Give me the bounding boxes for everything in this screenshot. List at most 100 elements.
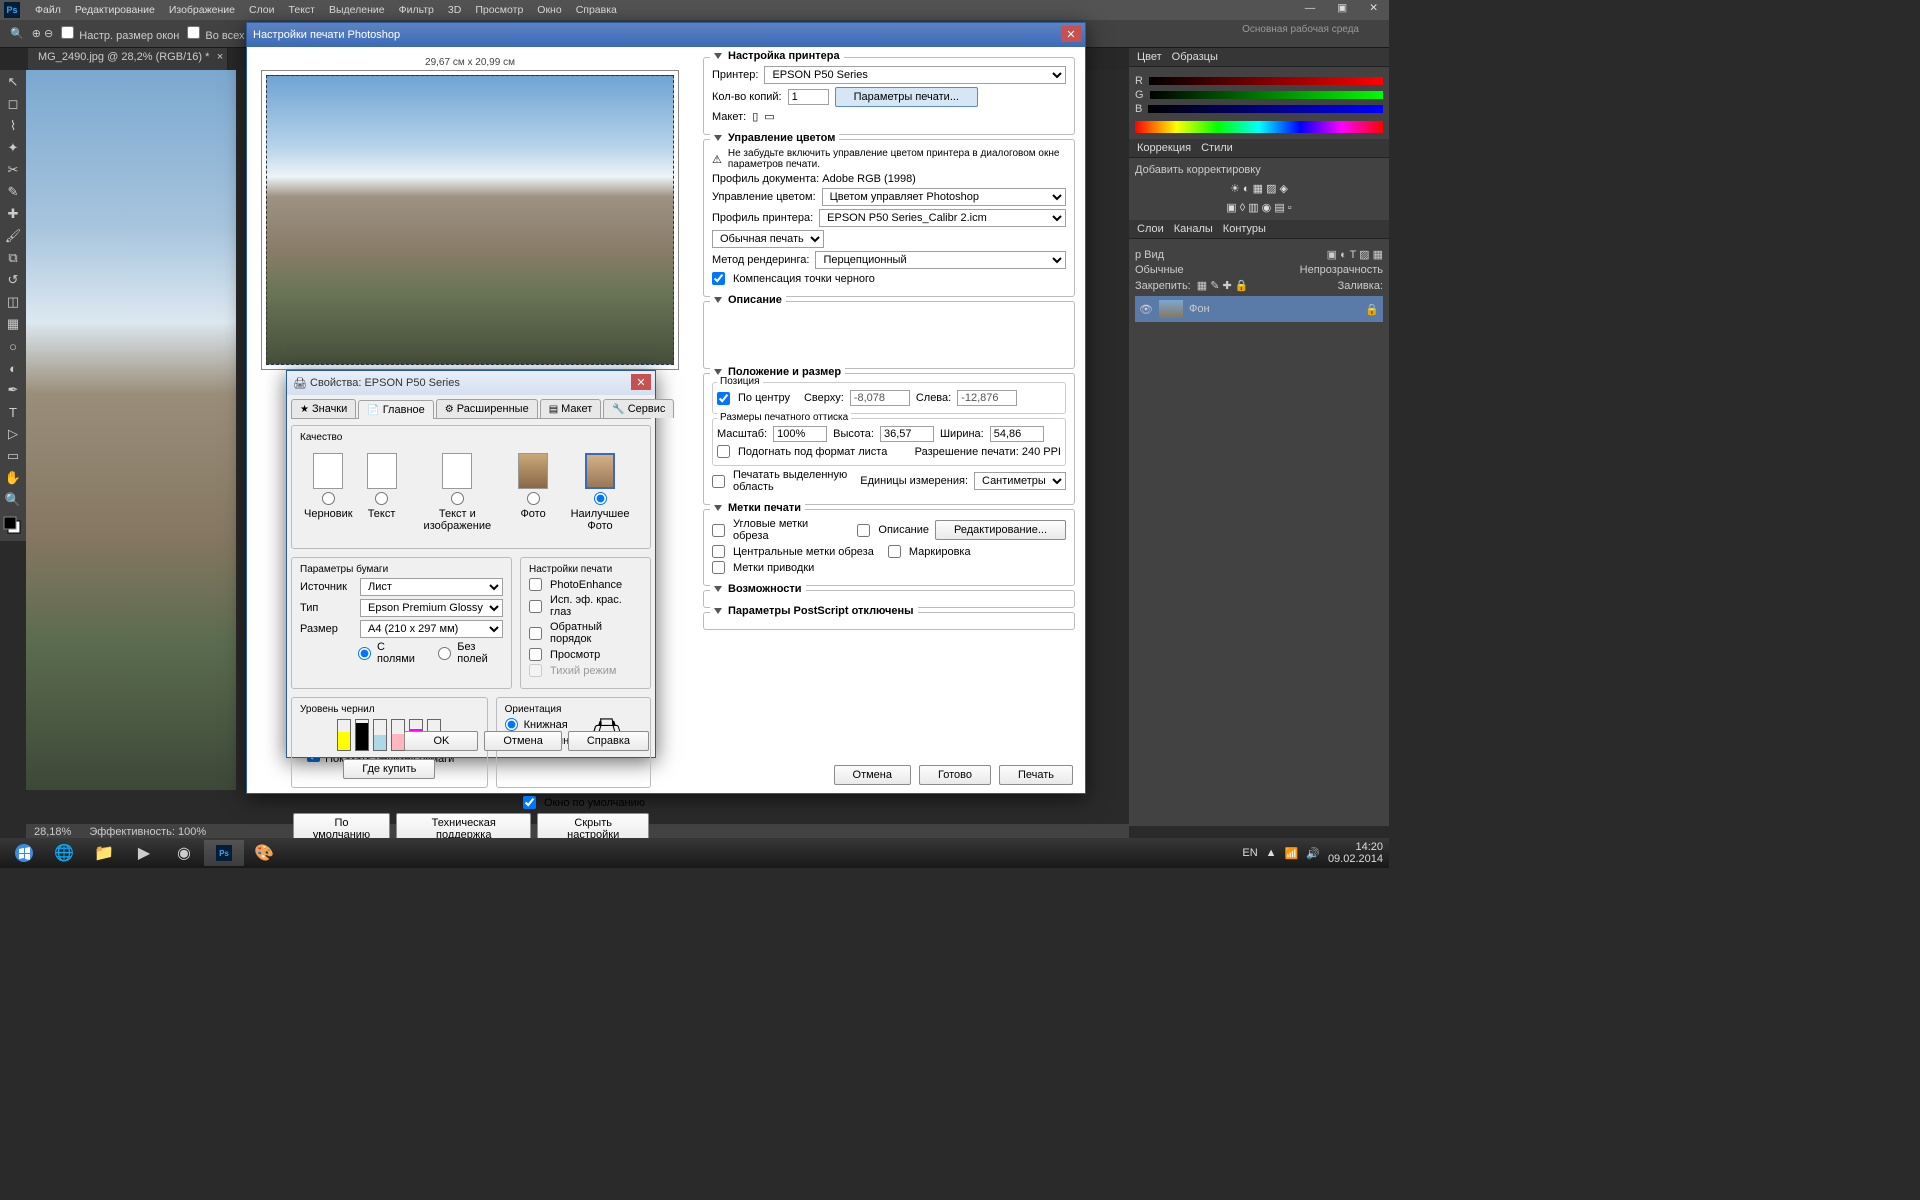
panel-swatches[interactable]: Образцы — [1172, 51, 1218, 63]
print-params-button[interactable]: Параметры печати... — [835, 87, 978, 107]
tray-lang[interactable]: EN — [1242, 847, 1257, 859]
preview-checkbox[interactable] — [529, 648, 542, 661]
lasso-tool-icon[interactable]: ⌇ — [2, 116, 24, 136]
paint-icon[interactable]: 🎨 — [244, 840, 284, 866]
panel-contours[interactable]: Контуры — [1223, 223, 1266, 235]
app-close-icon[interactable]: ✕ — [1362, 2, 1385, 14]
photoshop-task-icon[interactable]: Ps — [204, 840, 244, 866]
eye-icon[interactable]: 👁 — [1139, 303, 1153, 316]
shape-tool-icon[interactable]: ▭ — [2, 446, 24, 466]
layer-background[interactable]: 👁 Фон 🔒 — [1135, 296, 1383, 322]
dodge-tool-icon[interactable]: ◐ — [2, 358, 24, 378]
print-cancel-button[interactable]: Отмена — [834, 765, 911, 785]
with-margins-radio[interactable] — [358, 647, 371, 660]
tray-flag-icon[interactable]: ▲ — [1266, 847, 1277, 859]
path-tool-icon[interactable]: ▷ — [2, 424, 24, 444]
crop-tool-icon[interactable]: ✂ — [2, 160, 24, 180]
history-tool-icon[interactable]: ↺ — [2, 270, 24, 290]
quality-photo-radio[interactable] — [527, 492, 540, 505]
black-point-checkbox[interactable] — [712, 272, 725, 285]
menu-edit[interactable]: Редактирование — [68, 4, 162, 16]
paper-type-select[interactable]: Epson Premium Glossy — [360, 599, 503, 617]
menu-layers[interactable]: Слои — [242, 4, 282, 16]
panel-color[interactable]: Цвет — [1137, 51, 1162, 63]
tab-advanced[interactable]: ⚙ Расширенные — [436, 399, 538, 418]
epson-cancel-button[interactable]: Отмена — [484, 731, 561, 751]
panel-corrections[interactable]: Коррекция — [1137, 142, 1191, 154]
print-print-button[interactable]: Печать — [999, 765, 1073, 785]
wand-tool-icon[interactable]: ✦ — [2, 138, 24, 158]
menu-3d[interactable]: 3D — [441, 4, 468, 16]
portrait-icon[interactable]: ▯ — [752, 110, 758, 123]
tab-service[interactable]: 🔧 Сервис — [603, 399, 674, 418]
paper-size-select[interactable]: A4 (210 x 297 мм) — [360, 620, 503, 638]
buy-ink-button[interactable]: Где купить — [343, 759, 435, 779]
quality-draft-radio[interactable] — [322, 492, 335, 505]
print-close-icon[interactable]: ✕ — [1061, 26, 1081, 42]
panel-channels[interactable]: Каналы — [1174, 223, 1213, 235]
panel-styles[interactable]: Стили — [1201, 142, 1233, 154]
g-slider[interactable] — [1150, 91, 1383, 99]
reg-marks-checkbox[interactable] — [712, 561, 725, 574]
tab-main[interactable]: 📄 Главное — [358, 400, 433, 419]
b-slider[interactable] — [1148, 105, 1383, 113]
tab-icons[interactable]: ★ Значки — [291, 399, 356, 418]
quality-best-radio[interactable] — [594, 492, 607, 505]
start-button[interactable] — [4, 840, 44, 866]
orient-portrait-radio[interactable] — [505, 718, 518, 731]
tab-layout[interactable]: ▤ Макет — [540, 399, 602, 418]
default-window-checkbox[interactable] — [523, 796, 536, 809]
hue-strip[interactable] — [1135, 121, 1383, 133]
marking-checkbox[interactable] — [888, 545, 901, 558]
landscape-icon[interactable]: ▭ — [764, 110, 774, 123]
desc-checkbox[interactable] — [857, 524, 870, 537]
reverse-order-checkbox[interactable] — [529, 627, 542, 640]
width-input[interactable] — [990, 426, 1044, 442]
resize-windows-checkbox[interactable] — [61, 26, 74, 39]
app-maximize-icon[interactable]: ▣ — [1330, 2, 1354, 14]
panel-layers[interactable]: Слои — [1137, 223, 1164, 235]
stamp-tool-icon[interactable]: ⧉ — [2, 248, 24, 268]
all-windows-checkbox[interactable] — [187, 26, 200, 39]
menu-view[interactable]: Просмотр — [468, 4, 530, 16]
ie-icon[interactable]: 🌐 — [44, 840, 84, 866]
workspace-selector[interactable]: Основная рабочая среда — [1242, 24, 1359, 35]
pen-tool-icon[interactable]: ✒ — [2, 380, 24, 400]
menu-select[interactable]: Выделение — [322, 4, 392, 16]
heal-tool-icon[interactable]: ✚ — [2, 204, 24, 224]
color-management-select[interactable]: Цветом управляет Photoshop — [822, 188, 1066, 206]
document-tab[interactable]: MG_2490.jpg @ 28,2% (RGB/16) * × — [28, 48, 228, 70]
hand-tool-icon[interactable]: ✋ — [2, 468, 24, 488]
center-marks-checkbox[interactable] — [712, 545, 725, 558]
chrome-icon[interactable]: ◉ — [164, 840, 204, 866]
app-minimize-icon[interactable]: — — [1298, 2, 1323, 14]
menu-window[interactable]: Окно — [530, 4, 568, 16]
brush-tool-icon[interactable]: 🖌 — [2, 226, 24, 246]
r-slider[interactable] — [1149, 77, 1383, 85]
scale-input[interactable] — [773, 426, 827, 442]
blur-tool-icon[interactable]: ○ — [2, 336, 24, 356]
no-margins-radio[interactable] — [438, 647, 451, 660]
printer-profile-select[interactable]: EPSON P50 Series_Calibr 2.icm — [819, 209, 1066, 227]
normal-print-select[interactable]: Обычная печать — [712, 230, 824, 248]
eraser-tool-icon[interactable]: ◫ — [2, 292, 24, 312]
printer-select[interactable]: EPSON P50 Series — [764, 66, 1066, 84]
paper-source-select[interactable]: Лист — [360, 578, 503, 596]
redeye-checkbox[interactable] — [529, 600, 542, 613]
menu-help[interactable]: Справка — [569, 4, 624, 16]
type-tool-icon[interactable]: T — [2, 402, 24, 422]
tray-network-icon[interactable]: 📶 — [1285, 847, 1299, 860]
fit-media-checkbox[interactable] — [717, 445, 730, 458]
epson-ok-button[interactable]: OK — [404, 731, 478, 751]
epson-close-icon[interactable]: ✕ — [631, 374, 651, 390]
corner-marks-checkbox[interactable] — [712, 524, 725, 537]
menu-filter[interactable]: Фильтр — [392, 4, 441, 16]
tray-clock[interactable]: 14:20 09.02.2014 — [1328, 841, 1383, 865]
zoom-tool-icon[interactable]: 🔍 — [10, 27, 24, 40]
quality-textimg-radio[interactable] — [451, 492, 464, 505]
explorer-icon[interactable]: 📁 — [84, 840, 124, 866]
move-tool-icon[interactable]: ↖ — [2, 72, 24, 92]
render-intent-select[interactable]: Перцепционный — [815, 251, 1066, 269]
photoenhance-checkbox[interactable] — [529, 578, 542, 591]
close-tab-icon[interactable]: × — [217, 51, 223, 63]
